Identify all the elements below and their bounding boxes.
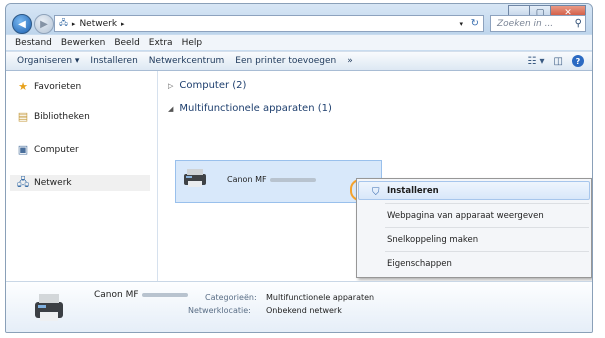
menu-item-shortcut[interactable]: Snelkoppeling maken — [387, 235, 478, 245]
breadcrumb-netwerk[interactable]: Netwerk — [79, 19, 117, 29]
view-options-icon[interactable]: ☷ ▾ — [527, 56, 544, 67]
computer-icon: ▣ — [17, 143, 29, 156]
sidebar-item-label: Favorieten — [34, 81, 82, 92]
sidebar-item-label: Bibliotheken — [34, 111, 90, 122]
sidebar-item-label: Computer — [34, 144, 79, 155]
menu-bar: Bestand Bewerken Beeld Extra Help — [6, 35, 592, 50]
group-computer[interactable]: ▷ Computer (2) — [168, 80, 246, 91]
group-label: Multifunctionele apparaten (1) — [179, 103, 332, 114]
details-pane: Canon MF Categorieën: Multifunctionele a… — [6, 281, 592, 332]
back-arrow-icon: ◀ — [18, 18, 26, 30]
printer-icon — [35, 294, 63, 321]
command-bar: Organiseren ▾ Installeren Netwerkcentrum… — [6, 51, 592, 71]
category-value: Multifunctionele apparaten — [266, 293, 375, 302]
group-label: Computer (2) — [179, 80, 247, 91]
menu-item-install-label[interactable]: Installeren — [387, 186, 439, 196]
view-controls: ☷ ▾ ◫ ? — [527, 55, 584, 67]
address-bar[interactable]: 🖧 ▸ Netwerk ▸ ▾ ↻ — [54, 15, 484, 32]
menu-bestand[interactable]: Bestand — [15, 38, 52, 48]
navigation-pane: ★ Favorieten ▤ Bibliotheken ▣ Computer 🖧… — [6, 71, 158, 281]
location-label: Netwerklocatie: — [188, 306, 251, 315]
help-icon[interactable]: ? — [572, 55, 584, 67]
organize-button[interactable]: Organiseren ▾ — [17, 56, 79, 66]
menu-beeld[interactable]: Beeld — [114, 38, 139, 48]
address-dropdown-icon[interactable]: ▾ — [459, 20, 463, 28]
refresh-icon[interactable]: ↻ — [471, 18, 479, 29]
details-device-name: Canon MF — [94, 290, 188, 300]
sidebar-item-bibliotheken[interactable]: ▤ Bibliotheken — [16, 110, 90, 123]
group-multifunctional[interactable]: ◢ Multifunctionele apparaten (1) — [168, 103, 332, 114]
menu-bewerken[interactable]: Bewerken — [61, 38, 105, 48]
breadcrumb-separator[interactable]: ▸ — [72, 20, 76, 28]
search-icon[interactable]: ⚲ — [575, 18, 582, 29]
sidebar-item-netwerk[interactable]: 🖧 Netwerk — [10, 175, 150, 191]
add-printer-button[interactable]: Een printer toevoegen — [235, 56, 336, 66]
obscured-model-number — [269, 177, 316, 182]
device-tile[interactable]: Canon MF — [175, 160, 382, 203]
preview-pane-icon[interactable]: ◫ — [554, 56, 563, 67]
network-icon: 🖧 — [59, 17, 68, 27]
category-label: Categorieën: — [205, 293, 257, 302]
uac-shield-icon: ⛉ — [372, 187, 380, 198]
network-icon: 🖧 — [16, 175, 30, 189]
back-button[interactable]: ◀ — [12, 14, 32, 34]
sidebar-item-label: Netwerk — [34, 178, 72, 188]
forward-arrow-icon: ▶ — [40, 18, 48, 30]
star-icon: ★ — [18, 80, 28, 93]
search-input[interactable]: Zoeken in ... ⚲ — [490, 15, 586, 32]
device-name: Canon MF — [227, 175, 316, 184]
explorer-window: ▁ ▢ ✕ ◀ ▶ ▼ 🖧 ▸ Netwerk ▸ ▾ ↻ Zoeken in … — [5, 3, 593, 333]
title-bar: ▁ ▢ ✕ ◀ ▶ ▼ 🖧 ▸ Netwerk ▸ ▾ ↻ Zoeken in … — [6, 4, 592, 34]
context-menu: ⛉ Installeren Webpagina van apparaat wee… — [356, 178, 592, 278]
network-center-button[interactable]: Netwerkcentrum — [149, 56, 225, 66]
expand-arrow-icon[interactable]: ▷ — [168, 82, 173, 90]
location-value: Onbekend netwerk — [266, 306, 342, 315]
library-icon: ▤ — [17, 110, 29, 123]
menu-item-webpage[interactable]: Webpagina van apparaat weergeven — [387, 211, 544, 221]
search-placeholder: Zoeken in ... — [497, 18, 554, 29]
sidebar-item-favorieten[interactable]: ★ Favorieten — [16, 80, 81, 93]
menu-item-properties[interactable]: Eigenschappen — [387, 259, 452, 269]
more-commands-button[interactable]: » — [347, 56, 353, 66]
menu-help[interactable]: Help — [182, 38, 203, 48]
menu-separator — [385, 251, 589, 252]
menu-separator — [385, 203, 589, 204]
collapse-arrow-icon[interactable]: ◢ — [168, 105, 173, 113]
menu-separator — [385, 227, 589, 228]
forward-button[interactable]: ▶ — [34, 14, 54, 34]
printer-icon — [184, 169, 206, 187]
sidebar-item-computer[interactable]: ▣ Computer — [16, 143, 79, 156]
install-button[interactable]: Installeren — [90, 56, 137, 66]
obscured-model-number — [141, 292, 188, 297]
breadcrumb-separator[interactable]: ▸ — [121, 20, 125, 28]
menu-extra[interactable]: Extra — [149, 38, 173, 48]
